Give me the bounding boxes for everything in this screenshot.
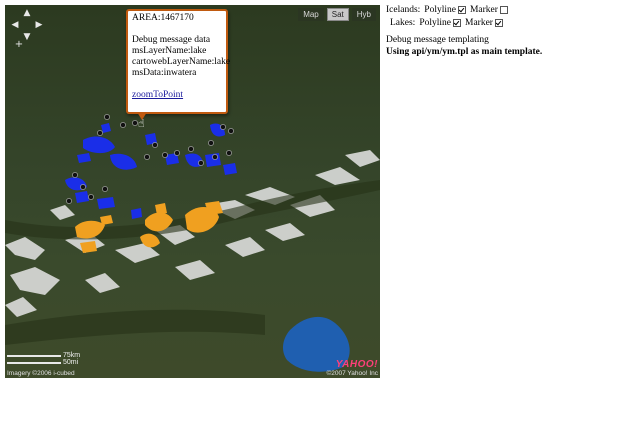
scale-line bbox=[7, 354, 61, 357]
maptype-sat-button[interactable]: Sat bbox=[326, 8, 349, 21]
icelands-row: Icelands: Polyline Marker bbox=[386, 3, 636, 16]
zoom-in-icon[interactable]: + bbox=[13, 39, 25, 51]
pan-left-icon[interactable]: ◀ bbox=[9, 19, 21, 31]
info-ms-layer: msLayerName:lake bbox=[132, 46, 207, 56]
pan-up-icon[interactable]: ▲ bbox=[21, 7, 33, 19]
maptype-switcher: Map Sat Hyb bbox=[298, 8, 376, 21]
map-copyright: ©2007 Yahoo! Inc bbox=[326, 370, 378, 377]
icelands-polyline-checkbox[interactable] bbox=[457, 5, 466, 14]
imagery-copyright: Imagery ©2006 i-cubed bbox=[7, 370, 75, 377]
info-area-id: AREA:1467170 bbox=[132, 13, 194, 23]
lakes-polyline-checkbox[interactable] bbox=[453, 18, 461, 27]
lakes-marker-label: Marker bbox=[465, 17, 493, 28]
scale-km: 75km bbox=[63, 352, 81, 359]
pan-right-icon[interactable]: ▶ bbox=[33, 19, 45, 31]
maptype-map-button[interactable]: Map bbox=[298, 8, 324, 21]
lakes-row: Lakes: Polyline Marker bbox=[386, 16, 636, 29]
lakes-polyline-label: Polyline bbox=[419, 17, 451, 28]
layer-panel: Icelands: Polyline Marker Lakes: Polylin… bbox=[386, 3, 636, 58]
info-debug-line: Debug message data bbox=[132, 35, 211, 45]
lakes-label: Lakes: bbox=[390, 17, 416, 28]
debug-message: Debug message templating bbox=[386, 35, 489, 45]
maptype-hyb-button[interactable]: Hyb bbox=[351, 8, 376, 21]
icelands-polyline-label: Polyline bbox=[424, 4, 456, 15]
icelands-label: Icelands: bbox=[386, 4, 421, 15]
info-ms-data: msData:inwatera bbox=[132, 68, 197, 78]
pan-zoom-control: ▲ ◀ ▶ ▼ + bbox=[7, 7, 47, 55]
icelands-marker-checkbox[interactable] bbox=[499, 5, 508, 14]
info-cartoweb-layer: cartowebLayerName:lake bbox=[132, 57, 231, 67]
info-spacer bbox=[132, 79, 222, 90]
info-spacer bbox=[132, 24, 222, 35]
yahoo-logo[interactable]: YAHOO! bbox=[336, 359, 378, 370]
zoom-to-point-link[interactable]: zoomToPoint bbox=[132, 90, 222, 101]
info-window: AREA:1467170 Debug message data msLayerN… bbox=[126, 9, 231, 114]
template-message: Using api/ym/ym.tpl as main template. bbox=[386, 47, 543, 57]
scale-line bbox=[7, 361, 61, 364]
scale-bar: 75km 50mi bbox=[7, 352, 80, 366]
lakes-marker-checkbox[interactable] bbox=[494, 18, 503, 27]
hand-cursor-icon: ☝ bbox=[138, 117, 145, 130]
icelands-marker-label: Marker bbox=[469, 4, 498, 15]
map-view[interactable]: ▲ ◀ ▶ ▼ + Map Sat Hyb AREA:1467170 Debug… bbox=[5, 5, 380, 378]
scale-mi: 50mi bbox=[63, 359, 79, 366]
